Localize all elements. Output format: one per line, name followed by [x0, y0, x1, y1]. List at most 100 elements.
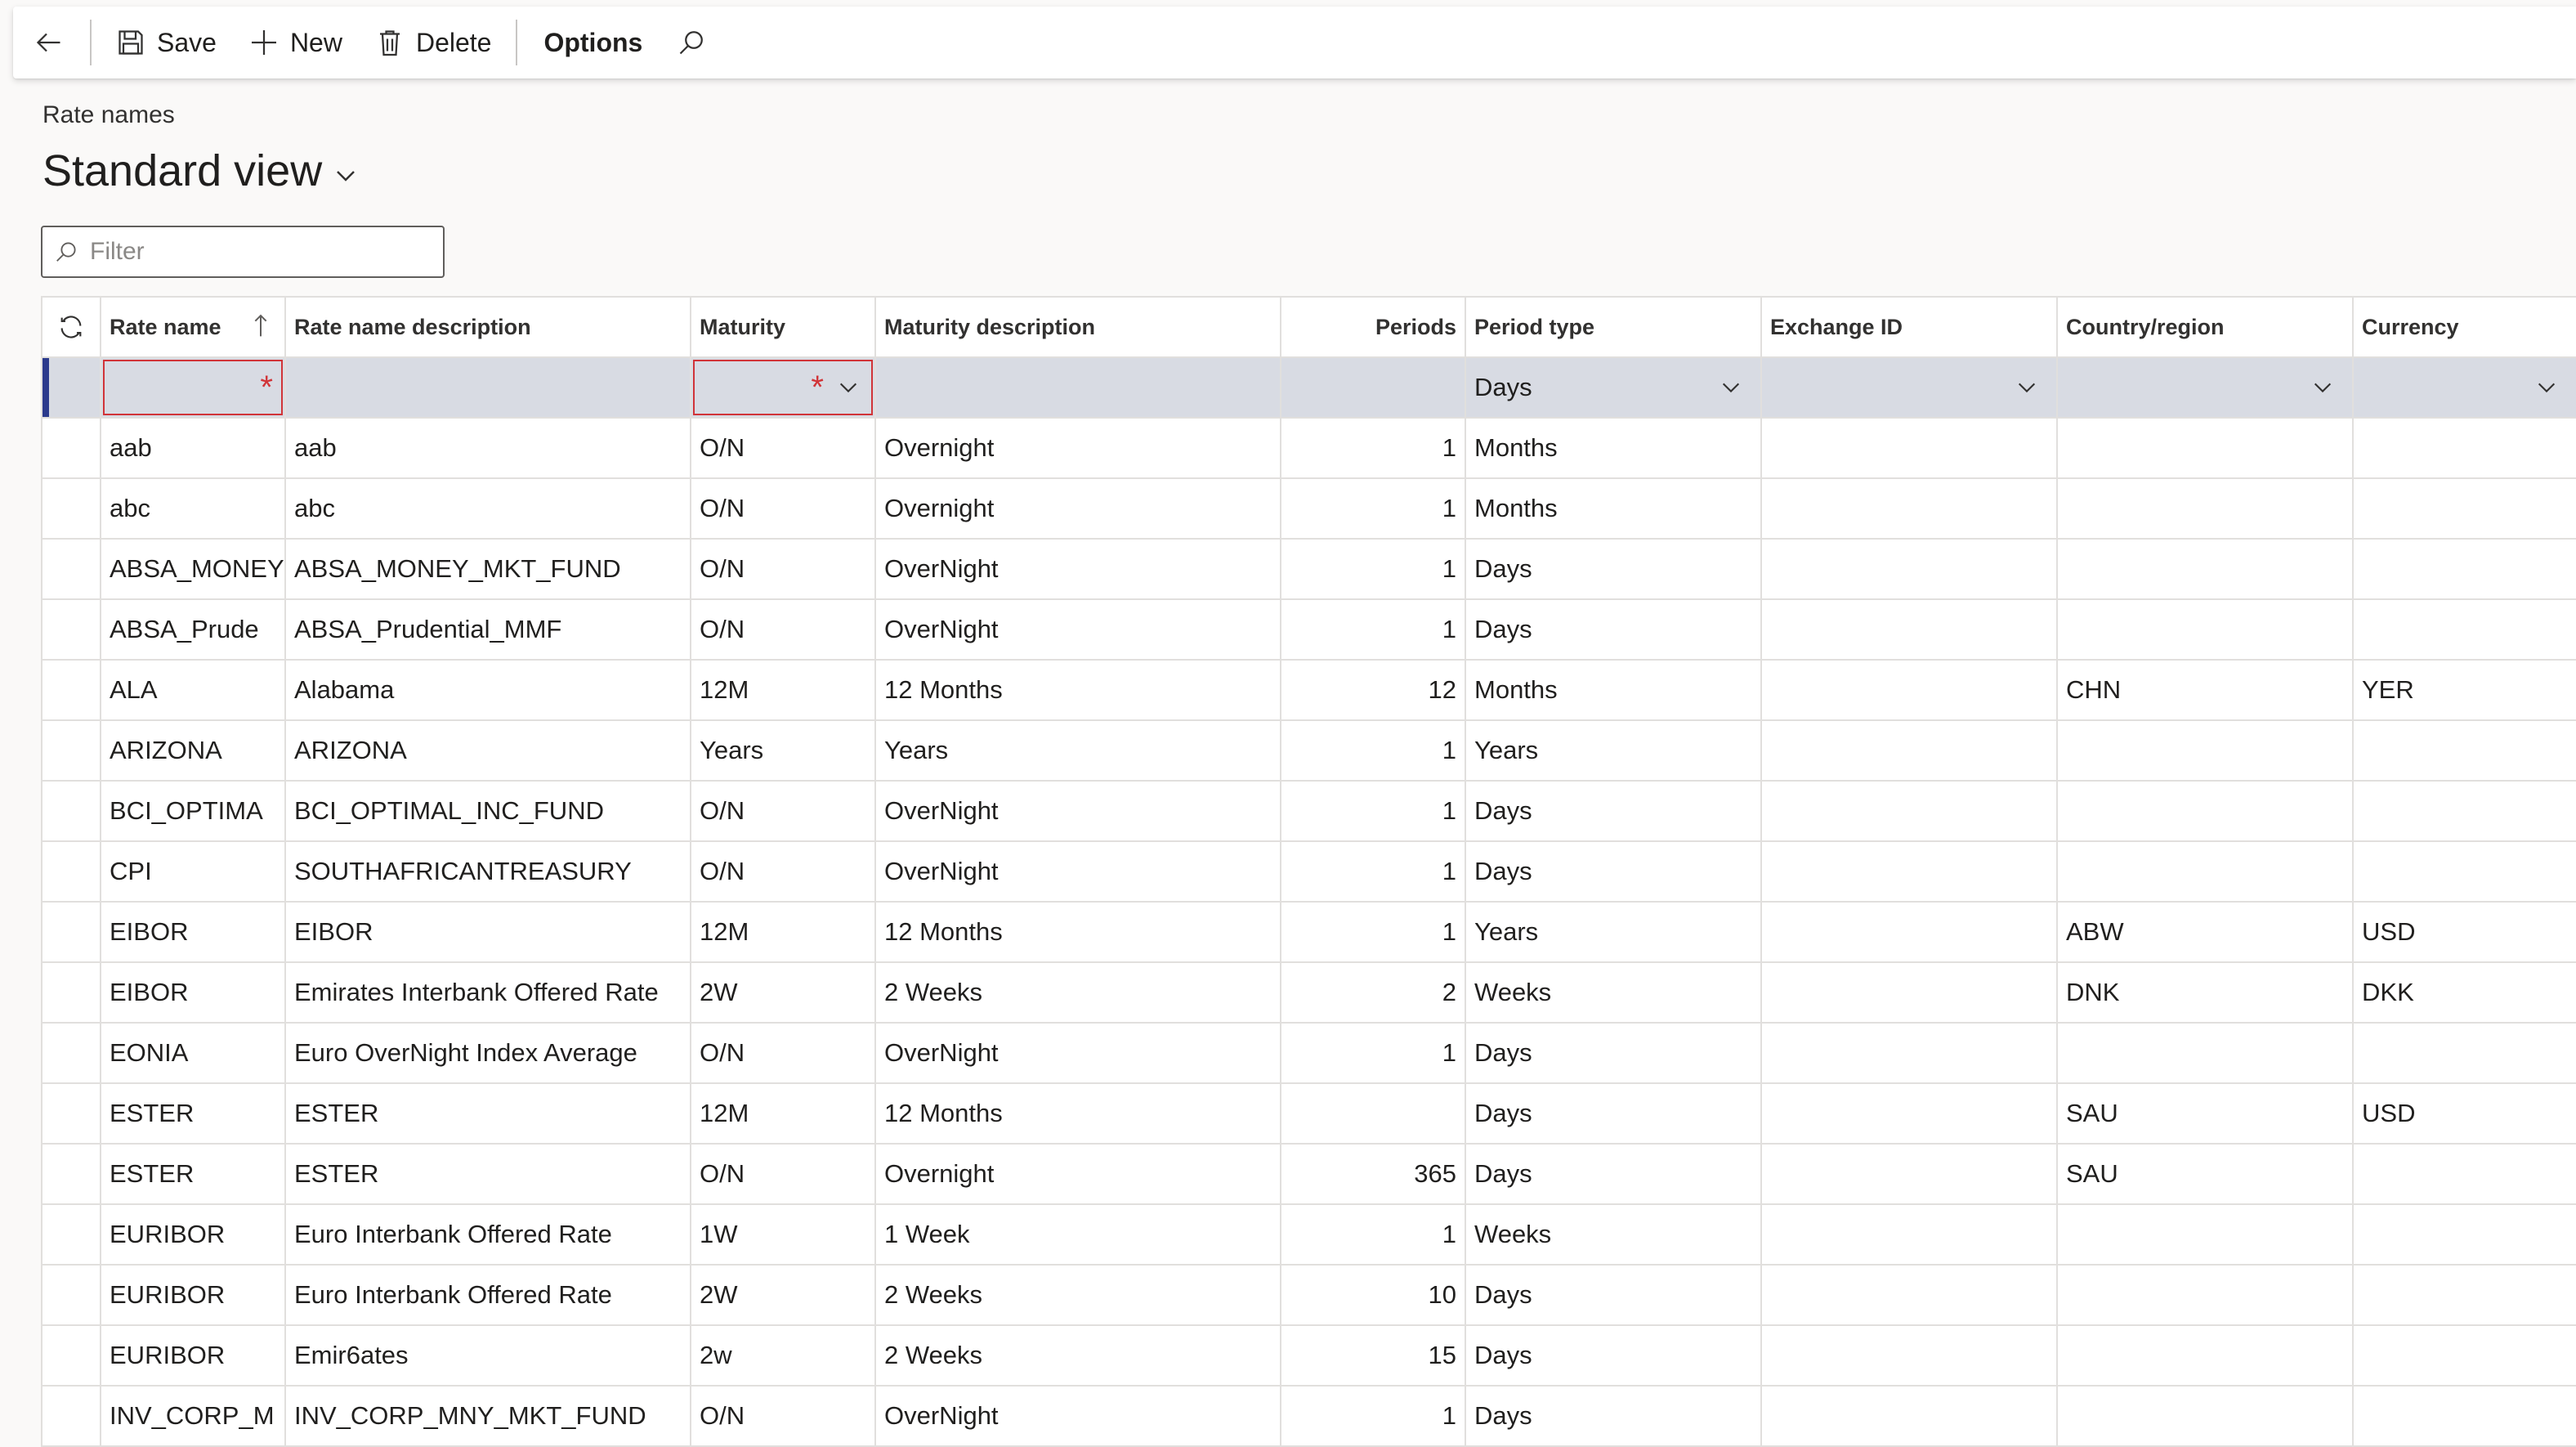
table-row[interactable]: ALA Alabama 12M 12 Months 12 Months CHN YER [42, 661, 2576, 721]
cell-currency[interactable] [2354, 1024, 2576, 1082]
cell-maturity[interactable]: O/N [691, 842, 876, 901]
row-selector[interactable] [42, 1387, 101, 1445]
cell-periods[interactable]: 1 [1281, 600, 1466, 659]
cell-rate-name[interactable]: EIBOR [101, 903, 286, 961]
cell-periods[interactable]: 1 [1281, 540, 1466, 598]
cell-maturity[interactable]: 1W [691, 1205, 876, 1264]
table-row[interactable]: EIBOR Emirates Interbank Offered Rate 2W 2 … [42, 963, 2576, 1024]
filter-input[interactable] [88, 237, 418, 267]
cell-currency[interactable]: USD [2354, 1084, 2576, 1143]
cell-period-type[interactable]: Days [1466, 1145, 1762, 1203]
cell-rate-name[interactable]: CPI [101, 842, 286, 901]
cell-maturity-description[interactable]: 2 Weeks [876, 1326, 1281, 1385]
cell-exchange-id[interactable] [1762, 600, 2058, 659]
cell-period-type[interactable]: Weeks [1466, 1205, 1762, 1264]
column-header-rate-name[interactable]: Rate name [101, 298, 286, 356]
cell-rate-name[interactable]: ALA [101, 661, 286, 719]
cell-rate-name-description[interactable]: INV_CORP_MNY_MKT_FUND [286, 1387, 691, 1445]
cell-rate-name-description[interactable]: ARIZONA [286, 721, 691, 780]
row-selector[interactable] [42, 1084, 101, 1143]
cell-country-region[interactable] [2058, 782, 2354, 840]
cell-period-type[interactable]: Days [1466, 782, 1762, 840]
cell-country-region[interactable] [2058, 600, 2354, 659]
table-row[interactable]: EURIBOR Euro Interbank Offered Rate 1W 1 We… [42, 1205, 2576, 1266]
cell-country-region[interactable]: SAU [2058, 1145, 2354, 1203]
cell-periods[interactable]: 1 [1281, 1205, 1466, 1264]
cell-maturity-description[interactable]: 12 Months [876, 661, 1281, 719]
currency-select[interactable] [2354, 358, 2576, 417]
row-selector[interactable] [42, 963, 101, 1022]
cell-rate-name-description[interactable]: Euro OverNight Index Average [286, 1024, 691, 1082]
row-selector[interactable] [42, 540, 101, 598]
cell-rate-name-description[interactable]: Emirates Interbank Offered Rate [286, 963, 691, 1022]
cell-rate-name[interactable]: INV_CORP_M [101, 1387, 286, 1445]
cell-currency[interactable] [2354, 842, 2576, 901]
cell-rate-name-description[interactable]: abc [286, 479, 691, 538]
cell-periods[interactable]: 365 [1281, 1145, 1466, 1203]
cell-exchange-id[interactable] [1762, 903, 2058, 961]
cell-period-type[interactable]: Years [1466, 903, 1762, 961]
cell-country-region[interactable] [2058, 479, 2354, 538]
options-button[interactable]: Options [525, 7, 660, 78]
cell-rate-name-description[interactable]: SOUTHAFRICANTREASURY [286, 842, 691, 901]
cell-country-region[interactable] [2058, 419, 2354, 477]
cell-exchange-id[interactable] [1762, 721, 2058, 780]
cell-maturity[interactable]: 2w [691, 1326, 876, 1385]
cell-period-type[interactable]: Months [1466, 419, 1762, 477]
cell-maturity-description[interactable]: OverNight [876, 782, 1281, 840]
cell-exchange-id[interactable] [1762, 1084, 2058, 1143]
back-button[interactable] [13, 7, 82, 78]
cell-periods[interactable]: 1 [1281, 479, 1466, 538]
cell-exchange-id[interactable] [1762, 661, 2058, 719]
table-row[interactable]: ARIZONA ARIZONA Years Years 1 Years [42, 721, 2576, 782]
row-selector[interactable] [42, 1145, 101, 1203]
cell-country-region[interactable] [2058, 1326, 2354, 1385]
cell-country-region[interactable]: DNK [2058, 963, 2354, 1022]
rate-name-description-input[interactable] [286, 358, 691, 417]
cell-exchange-id[interactable] [1762, 782, 2058, 840]
row-selector[interactable] [42, 1024, 101, 1082]
cell-rate-name[interactable]: EONIA [101, 1024, 286, 1082]
cell-periods[interactable]: 15 [1281, 1326, 1466, 1385]
cell-periods[interactable]: 1 [1281, 721, 1466, 780]
exchange-id-select[interactable] [1762, 358, 2058, 417]
row-selector[interactable] [42, 661, 101, 719]
cell-exchange-id[interactable] [1762, 1387, 2058, 1445]
table-row[interactable]: ABSA_Prude ABSA_Prudential_MMF O/N OverNigh… [42, 600, 2576, 661]
cell-maturity-description[interactable]: Overnight [876, 1145, 1281, 1203]
cell-rate-name-description[interactable]: Euro Interbank Offered Rate [286, 1205, 691, 1264]
cell-period-type[interactable]: Days [1466, 540, 1762, 598]
row-selector[interactable] [42, 1205, 101, 1264]
table-row[interactable]: BCI_OPTIMA BCI_OPTIMAL_INC_FUND O/N OverNig… [42, 782, 2576, 842]
cell-maturity-description[interactable]: 12 Months [876, 1084, 1281, 1143]
table-row[interactable]: ABSA_MONEY ABSA_MONEY_MKT_FUND O/N OverNigh… [42, 540, 2576, 600]
cell-period-type[interactable]: Days [1466, 600, 1762, 659]
cell-rate-name-description[interactable]: ABSA_Prudential_MMF [286, 600, 691, 659]
cell-currency[interactable] [2354, 1145, 2576, 1203]
cell-rate-name-description[interactable]: ESTER [286, 1145, 691, 1203]
column-header-currency[interactable]: Currency [2354, 298, 2576, 356]
cell-period-type[interactable]: Days [1466, 1084, 1762, 1143]
row-selector[interactable] [42, 721, 101, 780]
cell-country-region[interactable]: ABW [2058, 903, 2354, 961]
cell-rate-name[interactable]: EURIBOR [101, 1326, 286, 1385]
period-type-select[interactable]: Days [1466, 358, 1762, 417]
cell-maturity[interactable]: 2W [691, 1266, 876, 1324]
new-button[interactable]: New [233, 7, 359, 78]
cell-rate-name[interactable]: EURIBOR [101, 1266, 286, 1324]
cell-exchange-id[interactable] [1762, 1326, 2058, 1385]
cell-exchange-id[interactable] [1762, 479, 2058, 538]
cell-country-region[interactable] [2058, 842, 2354, 901]
maturity-select[interactable]: * [691, 358, 876, 417]
table-row[interactable]: EURIBOR Emir6ates 2w 2 Weeks 15 Days [42, 1326, 2576, 1387]
cell-maturity-description[interactable]: OverNight [876, 842, 1281, 901]
cell-currency[interactable] [2354, 419, 2576, 477]
row-selector[interactable] [42, 903, 101, 961]
cell-currency[interactable] [2354, 479, 2576, 538]
row-selector[interactable] [42, 842, 101, 901]
cell-exchange-id[interactable] [1762, 540, 2058, 598]
row-selector[interactable] [42, 479, 101, 538]
cell-maturity[interactable]: O/N [691, 479, 876, 538]
column-header-maturity-description[interactable]: Maturity description [876, 298, 1281, 356]
cell-periods[interactable]: 1 [1281, 782, 1466, 840]
